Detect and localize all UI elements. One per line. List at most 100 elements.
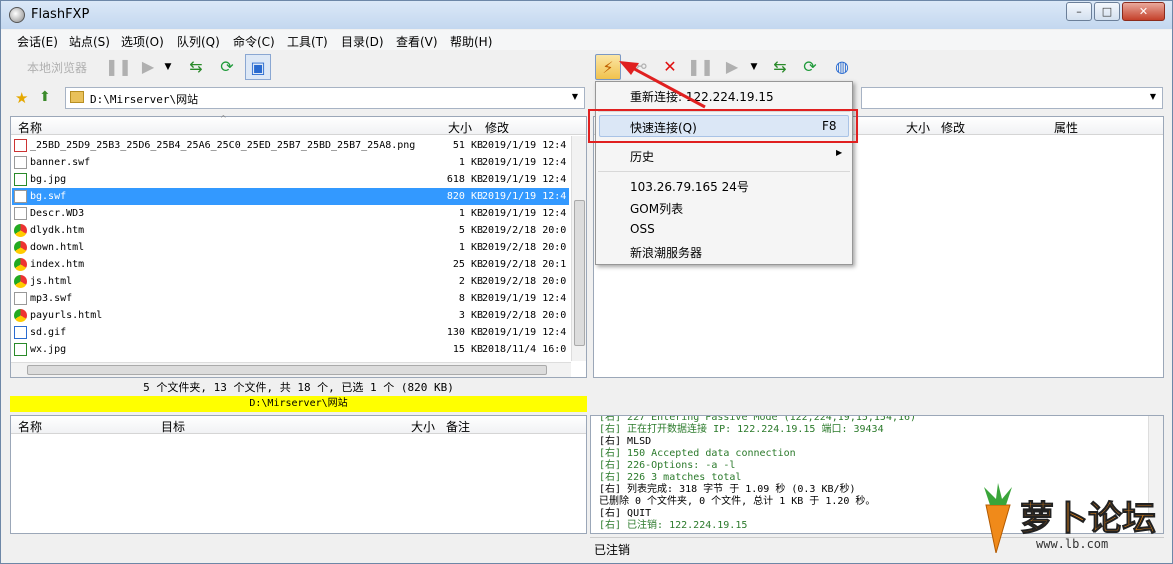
globe-icon[interactable]: ◍ [829, 54, 855, 80]
file-row[interactable]: sd.gif 130 KB 2019/1/19 12:4 [12, 324, 569, 341]
remote-path-combo[interactable]: ▼ [861, 87, 1163, 109]
file-date: 2019/1/19 12:4 [482, 140, 567, 151]
menu-item-site-4[interactable]: 新浪潮服务器 [630, 244, 702, 261]
column-size[interactable]: 大小 [448, 119, 472, 136]
file-row[interactable]: wx.jpg 15 KB 2018/11/4 16:0 [12, 341, 569, 358]
file-date: 2019/1/19 12:4 [482, 208, 567, 219]
column-size[interactable]: 大小 [906, 119, 930, 136]
local-browser-label[interactable]: 本地浏览器 [27, 59, 87, 76]
menu-sites[interactable]: 站点(S) [69, 33, 110, 50]
file-row[interactable]: mp3.swf 8 KB 2019/1/19 12:4 [12, 290, 569, 307]
file-date: 2019/1/19 12:4 [482, 327, 567, 338]
column-name[interactable]: 名称 [18, 119, 42, 136]
gif-icon [14, 326, 27, 339]
column-attributes[interactable]: 属性 [1054, 119, 1078, 136]
menu-queue[interactable]: 队列(Q) [177, 33, 220, 50]
remote-status-area [593, 379, 1164, 412]
local-status: 5 个文件夹, 13 个文件, 共 18 个, 已选 1 个 (820 KB) [143, 381, 454, 394]
file-date: 2019/2/18 20:0 [482, 276, 567, 287]
dropdown-arrow-icon[interactable]: ▼ [161, 54, 175, 80]
queue-column-name[interactable]: 名称 [18, 418, 42, 435]
maximize-button[interactable]: □ [1094, 2, 1120, 21]
column-modified[interactable]: 修改 [941, 119, 965, 136]
log-line: [右] 150 Accepted data connection [599, 448, 796, 459]
menu-item-site-3[interactable]: OSS [630, 222, 655, 236]
menu-item-site-1[interactable]: 103.26.79.165 24号 [630, 178, 749, 195]
menu-bar: 会话(E) 站点(S) 选项(O) 队列(Q) 命令(C) 工具(T) 目录(D… [1, 30, 1172, 50]
column-modified[interactable]: 修改 [485, 119, 509, 136]
log-line: [右] 227 Entering Passive Mode (122,224,1… [599, 415, 917, 423]
chrome-icon [14, 258, 27, 271]
file-icon [14, 190, 27, 203]
file-row[interactable]: dlydk.htm 5 KB 2019/2/18 20:0 [12, 222, 569, 239]
menu-item-site-2[interactable]: GOM列表 [630, 200, 683, 217]
file-name: dlydk.htm [30, 225, 85, 236]
file-row[interactable]: payurls.html 3 KB 2019/2/18 20:0 [12, 307, 569, 324]
file-row[interactable]: bg.swf 820 KB 2019/1/19 12:4 [12, 188, 569, 205]
scrollbar-thumb[interactable] [574, 200, 585, 346]
queue-column-size[interactable]: 大小 [411, 418, 435, 435]
pause-icon[interactable]: ❚❚ [105, 54, 132, 80]
highlight-box [588, 109, 858, 143]
watermark-logo: 萝卜论坛 www.lb.com [976, 483, 1166, 559]
refresh-icon[interactable]: ⟳ [797, 54, 823, 80]
queue-column-target[interactable]: 目标 [161, 418, 185, 435]
chrome-icon [14, 224, 27, 237]
file-name: js.html [30, 276, 73, 287]
favorites-star-icon[interactable]: ★ [15, 89, 28, 107]
menu-help[interactable]: 帮助(H) [450, 33, 492, 50]
file-row[interactable]: banner.swf 1 KB 2019/1/19 12:4 [12, 154, 569, 171]
carrot-icon [984, 483, 1012, 553]
menu-session[interactable]: 会话(E) [17, 33, 58, 50]
file-icon [14, 156, 27, 169]
file-size: 15 KB [452, 344, 483, 355]
file-name: _25BD_25D9_25B3_25D6_25B4_25A6_25C0_25ED… [30, 140, 416, 151]
file-row[interactable]: _25BD_25D9_25B3_25D6_25B4_25A6_25C0_25ED… [12, 137, 569, 154]
vertical-scrollbar[interactable] [571, 136, 586, 361]
horizontal-scrollbar[interactable] [11, 362, 571, 377]
menu-item-history[interactable]: 历史 [630, 148, 654, 165]
refresh-site-icon[interactable]: ⇆ [183, 54, 209, 80]
file-date: 2019/2/18 20:1 [482, 259, 567, 270]
parent-folder-icon[interactable]: ⬆ [39, 89, 51, 105]
minimize-button[interactable]: – [1066, 2, 1092, 21]
annotation-arrow-icon [619, 61, 706, 109]
queue-column-note[interactable]: 备注 [446, 418, 470, 435]
chrome-icon [14, 275, 27, 288]
local-list-header: 名称 大小 修改 ^ [11, 114, 586, 136]
dropdown-arrow-icon[interactable]: ▼ [747, 54, 761, 80]
chevron-down-icon[interactable]: ▼ [1150, 92, 1156, 101]
local-browser-icon[interactable]: ▣ [245, 54, 271, 80]
transfer-icon[interactable]: ▶ [135, 54, 161, 80]
refresh-icon[interactable]: ⟳ [214, 54, 240, 80]
submenu-arrow-icon: ▶ [836, 148, 843, 157]
transfer-icon[interactable]: ▶ [719, 54, 745, 80]
file-size: 51 KB [452, 140, 483, 151]
file-date: 2019/1/19 12:4 [482, 293, 567, 304]
chevron-down-icon[interactable]: ▼ [572, 92, 578, 101]
file-row[interactable]: index.htm 25 KB 2019/2/18 20:1 [12, 256, 569, 273]
file-date: 2018/11/4 16:0 [482, 344, 567, 355]
file-name: index.htm [30, 259, 85, 270]
refresh-site-icon[interactable]: ⇆ [767, 54, 793, 80]
file-date: 2019/1/19 12:4 [482, 174, 567, 185]
file-icon [14, 207, 27, 220]
scrollbar-thumb[interactable] [27, 365, 547, 375]
local-path-combo[interactable]: D:\Mirserver\网站 ▼ [65, 87, 585, 109]
sort-arrow-icon: ^ [220, 114, 227, 123]
file-row[interactable]: Descr.WD3 1 KB 2019/1/19 12:4 [12, 205, 569, 222]
local-file-list[interactable]: 名称 大小 修改 ^ _25BD_25D9_25B3_25D6_25B4_25A… [10, 114, 587, 378]
file-row[interactable]: bg.jpg 618 KB 2019/1/19 12:4 [12, 171, 569, 188]
file-name: bg.swf [30, 191, 67, 202]
file-row[interactable]: down.html 1 KB 2019/2/18 20:0 [12, 239, 569, 256]
menu-tools[interactable]: 工具(T) [287, 33, 328, 50]
file-row[interactable]: js.html 2 KB 2019/2/18 20:0 [12, 273, 569, 290]
file-size: 1 KB [458, 242, 483, 253]
close-button[interactable]: ✕ [1122, 2, 1165, 21]
menu-view[interactable]: 查看(V) [396, 33, 438, 50]
menu-commands[interactable]: 命令(C) [233, 33, 275, 50]
menu-directory[interactable]: 目录(D) [341, 33, 384, 50]
menu-options[interactable]: 选项(O) [121, 33, 164, 50]
queue-panel[interactable]: 名称 目标 大小 备注 [10, 415, 587, 534]
file-name: banner.swf [30, 157, 91, 168]
